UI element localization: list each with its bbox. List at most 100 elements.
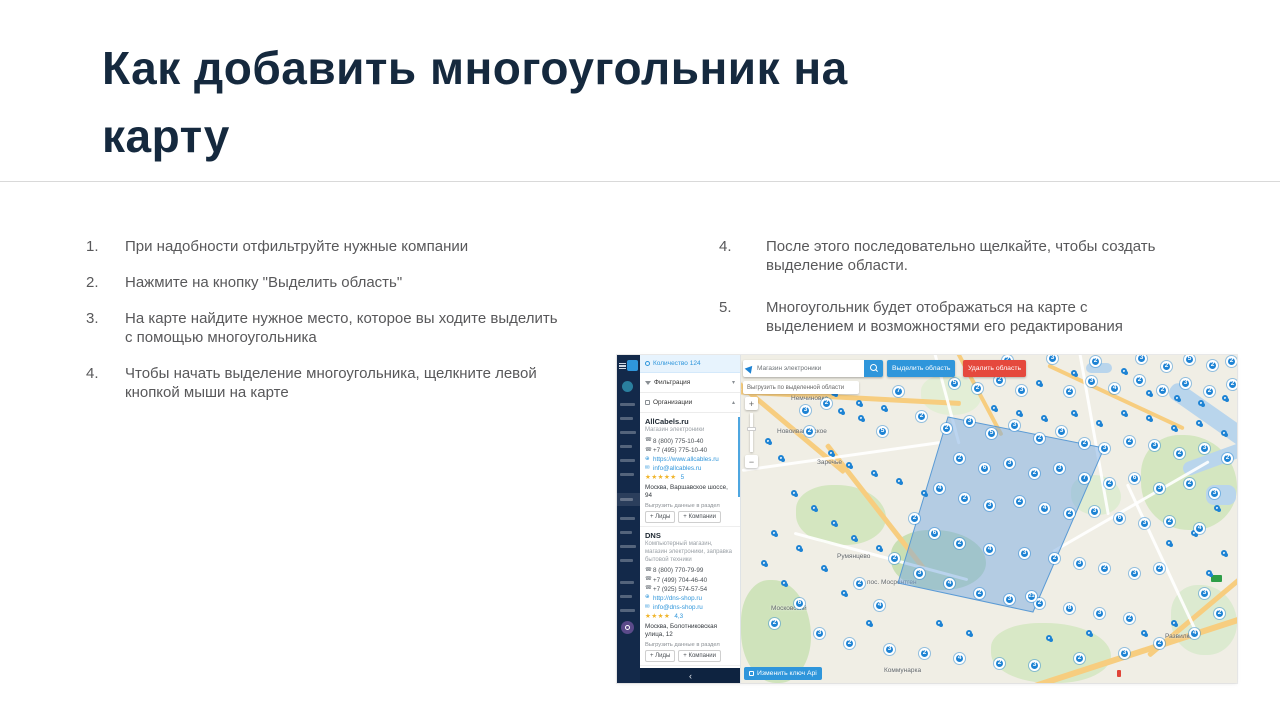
map-marker-cluster[interactable]: 2 xyxy=(1124,613,1135,624)
map-marker[interactable] xyxy=(876,545,882,551)
map-marker[interactable] xyxy=(846,462,852,468)
map-marker[interactable] xyxy=(1141,630,1147,636)
map-marker-cluster[interactable]: 3 xyxy=(1099,443,1110,454)
map-marker-cluster[interactable]: 2 xyxy=(959,493,970,504)
map-marker-cluster[interactable]: 6 xyxy=(1114,513,1125,524)
map-marker-cluster[interactable]: 2 xyxy=(1014,496,1025,507)
map-marker[interactable] xyxy=(828,450,834,456)
map-marker-cluster[interactable]: 2 xyxy=(1124,436,1135,447)
map-marker-cluster[interactable]: 3 xyxy=(1054,463,1065,474)
map-marker-cluster[interactable]: 2 xyxy=(909,513,920,524)
search-input[interactable] xyxy=(757,365,864,372)
map-marker[interactable] xyxy=(838,408,844,414)
panel-scrollbar[interactable] xyxy=(738,417,740,497)
map-marker[interactable] xyxy=(1146,390,1152,396)
map-marker-cluster[interactable]: 6 xyxy=(1129,473,1140,484)
map-marker-cluster[interactable]: 2 xyxy=(1222,453,1233,464)
map-marker-cluster[interactable]: 4 xyxy=(1189,628,1200,639)
map-marker-cluster[interactable]: 2 xyxy=(1214,608,1225,619)
map-marker-cluster[interactable]: 2 xyxy=(1090,356,1101,367)
map-marker-cluster[interactable]: 2 xyxy=(1161,361,1172,372)
map-marker-cluster[interactable]: 2 xyxy=(1226,356,1237,367)
map-marker-cluster[interactable]: 3 xyxy=(1004,594,1015,605)
map-marker-cluster[interactable]: 2 xyxy=(1227,379,1237,390)
map-marker-cluster[interactable]: 3 xyxy=(964,416,975,427)
map-marker-cluster[interactable]: 2 xyxy=(941,423,952,434)
map-marker-cluster[interactable]: 3 xyxy=(1056,426,1067,437)
map-marker-cluster[interactable]: 2 xyxy=(1104,478,1115,489)
map-marker-cluster[interactable]: 2 xyxy=(1049,553,1060,564)
map-marker-cluster[interactable]: 5 xyxy=(949,378,960,389)
map-marker-cluster[interactable]: 3 xyxy=(1209,488,1220,499)
map-marker-cluster[interactable]: 2 xyxy=(954,453,965,464)
map-marker[interactable] xyxy=(1121,368,1127,374)
map-marker-cluster[interactable]: 2 xyxy=(1154,563,1165,574)
map-marker-cluster[interactable]: 3 xyxy=(1004,458,1015,469)
map-marker-cluster[interactable]: 4 xyxy=(1109,383,1120,394)
map-marker-cluster[interactable]: 2 xyxy=(954,538,965,549)
filter-row[interactable]: Фильтрация ▾ xyxy=(640,373,740,393)
map-marker[interactable] xyxy=(1071,370,1077,376)
sidebar-menu-item[interactable] xyxy=(620,517,635,520)
delete-area-button[interactable]: Удалить область xyxy=(963,360,1026,377)
map-marker-cluster[interactable]: 4 xyxy=(984,544,995,555)
map-marker-cluster[interactable]: 2 xyxy=(1079,438,1090,449)
hamburger-menu-icon[interactable] xyxy=(619,363,626,369)
map-marker-cluster[interactable]: 3 xyxy=(814,628,825,639)
map-marker-cluster[interactable]: 3 xyxy=(1016,385,1027,396)
map-marker-cluster[interactable]: 6 xyxy=(794,598,805,609)
map-marker-cluster[interactable]: 3 xyxy=(1089,506,1100,517)
map-marker-cluster[interactable]: 2 xyxy=(1134,375,1145,386)
export-leads-button[interactable]: Лиды xyxy=(645,511,675,523)
sidebar-menu-item[interactable] xyxy=(620,431,636,434)
map-marker-cluster[interactable]: 3 xyxy=(1074,558,1085,569)
export-companies-button[interactable]: Компании xyxy=(678,650,721,662)
map-marker-cluster[interactable]: 2 xyxy=(1207,360,1218,371)
map-marker-cluster[interactable]: 3 xyxy=(1094,608,1105,619)
map-marker-cluster[interactable]: 4 xyxy=(954,653,965,664)
map-marker-cluster[interactable]: 3 xyxy=(1086,376,1097,387)
map-marker[interactable] xyxy=(1214,505,1220,511)
map-marker-cluster[interactable]: 3 xyxy=(1139,518,1150,529)
map-marker-cluster[interactable]: 3 xyxy=(1029,660,1040,671)
map-marker-cluster[interactable]: 6 xyxy=(979,463,990,474)
map-marker-cluster[interactable]: 3 xyxy=(1019,548,1030,559)
map-marker-cluster[interactable]: 2 xyxy=(1034,433,1045,444)
sidebar-menu-item[interactable] xyxy=(620,459,635,462)
search-button[interactable] xyxy=(864,360,883,377)
map-marker-cluster[interactable]: 8 xyxy=(1064,603,1075,614)
map-marker-cluster[interactable]: 4 xyxy=(1194,523,1205,534)
map-marker[interactable] xyxy=(791,490,797,496)
map-marker[interactable] xyxy=(778,455,784,461)
map-marker[interactable] xyxy=(771,530,777,536)
map-marker-cluster[interactable]: 2 xyxy=(1204,386,1215,397)
map-marker[interactable] xyxy=(1221,550,1227,556)
map-marker-cluster[interactable]: 5 xyxy=(877,426,888,437)
map-marker[interactable] xyxy=(1221,430,1227,436)
zoom-slider-track[interactable] xyxy=(750,413,753,452)
map-marker-cluster[interactable]: 2 xyxy=(972,383,983,394)
map-marker-cluster[interactable]: 2 xyxy=(1074,653,1085,664)
panel-collapse-bar[interactable]: ‹ xyxy=(640,668,741,683)
zoom-out-button[interactable]: − xyxy=(745,455,758,468)
map-marker[interactable] xyxy=(1222,395,1228,401)
map-marker[interactable] xyxy=(1036,380,1042,386)
sidebar-menu-item[interactable] xyxy=(620,473,634,476)
map-marker-cluster[interactable]: 4 xyxy=(944,578,955,589)
map-marker[interactable] xyxy=(896,478,902,484)
companies-count-row[interactable]: Количество 124 xyxy=(640,355,740,373)
sidebar-menu-item[interactable] xyxy=(620,417,633,420)
sidebar-menu-item[interactable] xyxy=(620,545,636,548)
map-marker-cluster[interactable]: 4 xyxy=(1039,503,1050,514)
sidebar-menu-item[interactable] xyxy=(620,403,635,406)
map-marker-cluster[interactable]: 3 xyxy=(1119,648,1130,659)
map-marker[interactable] xyxy=(936,620,942,626)
map-marker[interactable] xyxy=(881,405,887,411)
company-name[interactable]: DNS xyxy=(645,531,735,540)
map-marker-cluster[interactable]: 3 xyxy=(1154,483,1165,494)
map-marker-cluster[interactable]: 3 xyxy=(1199,588,1210,599)
map-marker-cluster[interactable]: 3 xyxy=(1149,440,1160,451)
map-marker-cluster[interactable]: 2 xyxy=(1157,385,1168,396)
map-marker-cluster[interactable]: 2 xyxy=(769,618,780,629)
map-marker-cluster[interactable]: 2 xyxy=(889,553,900,564)
